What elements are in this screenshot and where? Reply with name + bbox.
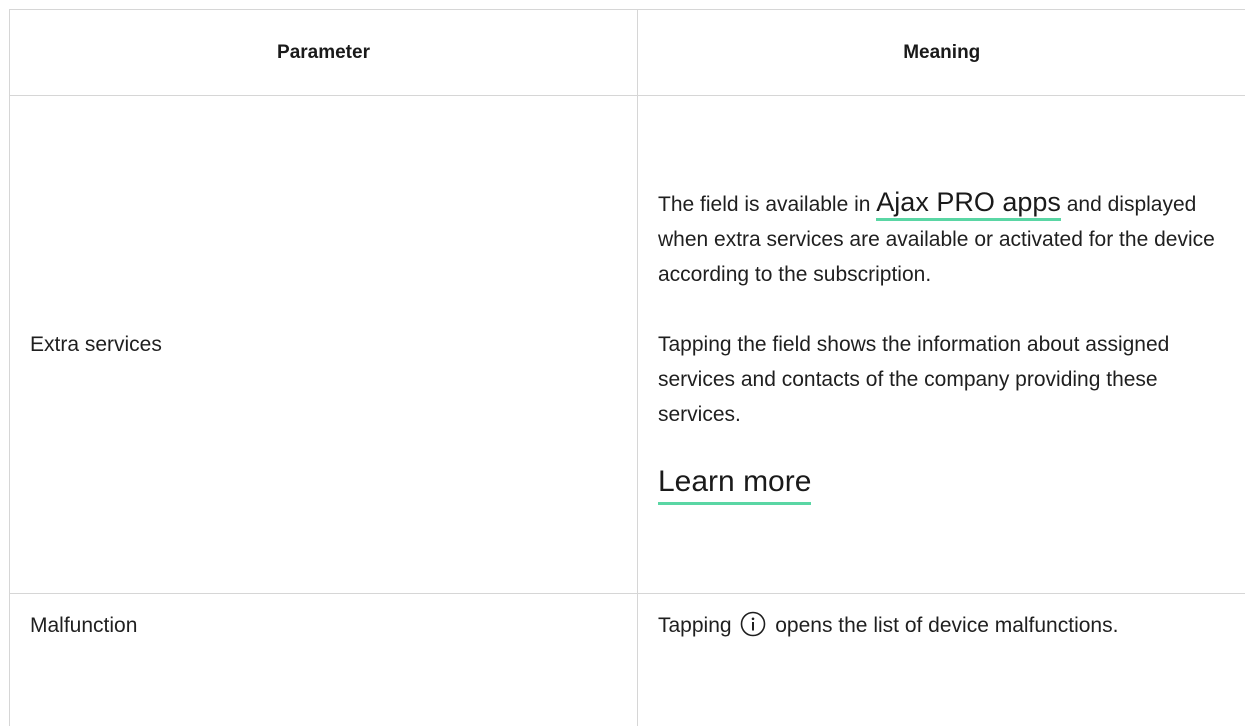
- header-parameter: Parameter: [10, 10, 638, 96]
- learn-more-link[interactable]: Learn more: [658, 464, 811, 505]
- meaning-text: The field is available in: [658, 193, 876, 216]
- meaning-cell: The field is available in Ajax PRO apps …: [638, 96, 1245, 594]
- header-meaning: Meaning: [638, 10, 1245, 96]
- parameter-cell: Malfunction: [10, 594, 638, 726]
- ajax-pro-apps-link[interactable]: Ajax PRO apps: [876, 187, 1061, 221]
- info-circle-icon: [740, 611, 766, 637]
- meaning-paragraph: Tapping the field shows the information …: [658, 327, 1232, 432]
- meaning-text: Tapping: [658, 614, 737, 637]
- meaning-cell: Tapping opens the list of device malfunc…: [638, 594, 1245, 726]
- table-row: Extra services The field is available in…: [10, 96, 1245, 594]
- table-row: Malfunction Tapping opens the list of de…: [10, 594, 1245, 726]
- parameter-cell: Extra services: [10, 96, 638, 594]
- meaning-paragraph: The field is available in Ajax PRO apps …: [658, 185, 1232, 292]
- parameters-table: Parameter Meaning Extra services The fie…: [9, 9, 1245, 726]
- meaning-text: opens the list of device malfunctions.: [769, 614, 1118, 637]
- table-header-row: Parameter Meaning: [10, 10, 1245, 96]
